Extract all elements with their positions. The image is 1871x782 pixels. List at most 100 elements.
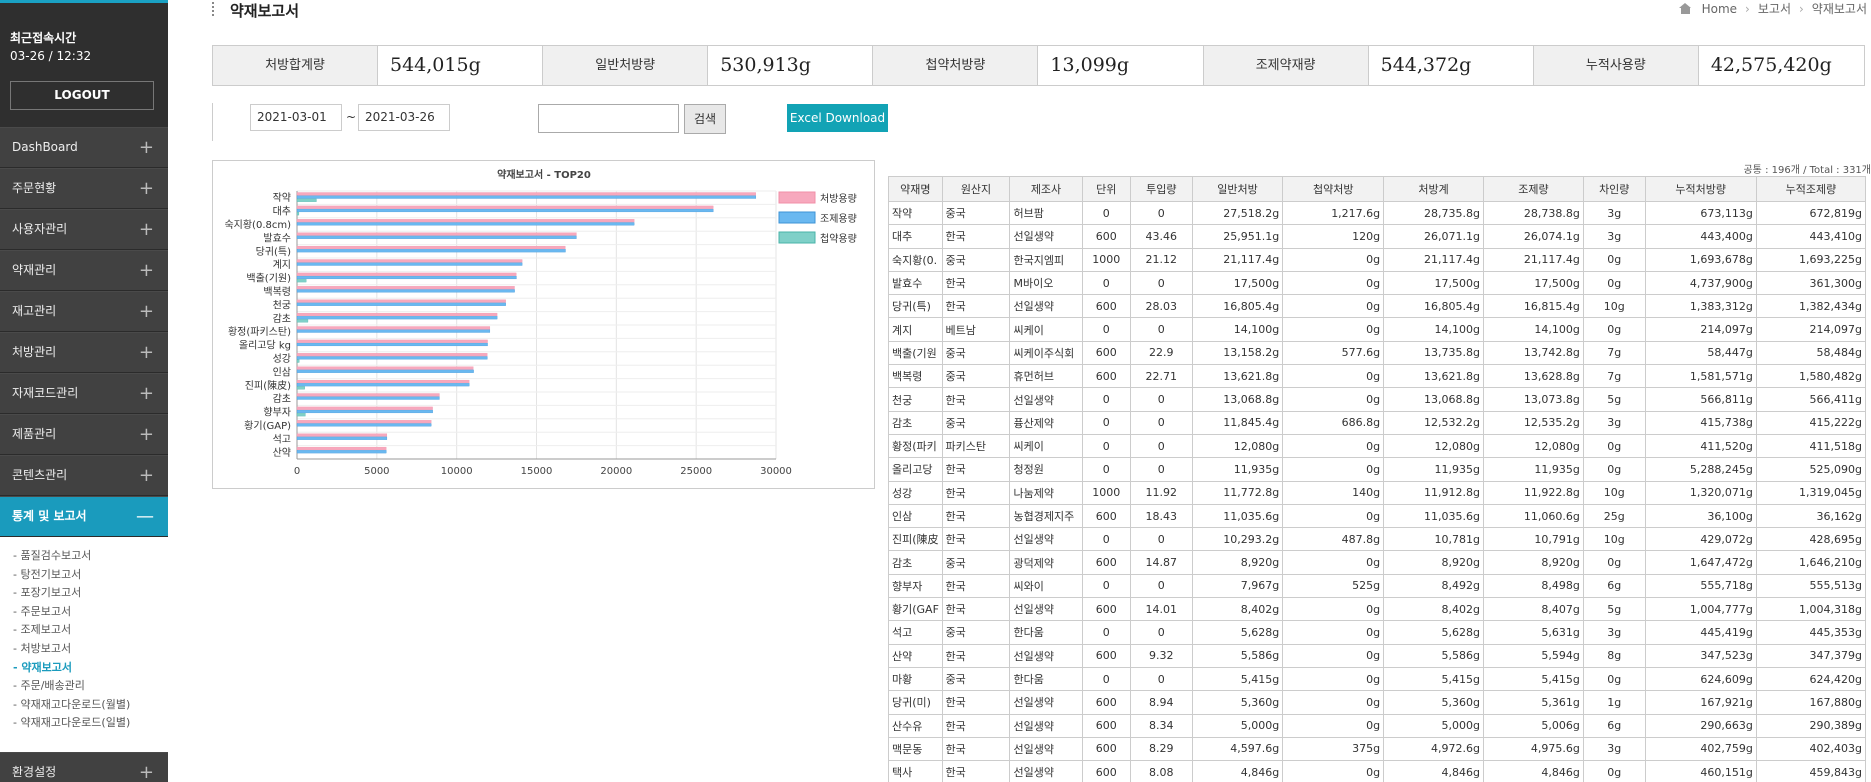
table-row[interactable]: 숙지황(0. 중국 한국지엠피 1000 21.12 21,117.4g 0g 21,117.…	[888, 247, 1867, 272]
bar-prescription[interactable]	[296, 219, 635, 223]
bar-prescription[interactable]	[296, 379, 470, 384]
bar-prescription[interactable]	[296, 286, 515, 290]
plus-icon[interactable]: +	[139, 251, 154, 290]
bar-herbal[interactable]	[296, 279, 307, 283]
bar-herbal[interactable]	[296, 198, 317, 202]
submenu-item[interactable]: - 품질검수보고서	[13, 547, 168, 566]
bar-dispense[interactable]	[296, 423, 432, 427]
table-row[interactable]: 산수유 한국 선일생약 600 8.34 5,000g 0g 5,000g 5,006g 6g 29…	[888, 713, 1867, 738]
bar-herbal[interactable]	[296, 319, 309, 323]
table-row[interactable]: 대추 한국 선일생약 600 43.46 25,951.1g 120g 26,071.1g 26…	[888, 224, 1867, 249]
search-input[interactable]	[538, 104, 679, 133]
submenu-item[interactable]: - 약재재고다운로드(월별)	[13, 696, 168, 715]
plus-icon[interactable]: +	[139, 292, 154, 331]
bar-prescription[interactable]	[296, 393, 440, 397]
submenu-item[interactable]: - 주문보고서	[13, 603, 168, 622]
table-row[interactable]: 올리고당 한국 청정원 0 0 11,935g 0g 11,935g 11,935g 0g 5,28…	[888, 457, 1867, 482]
submenu-item[interactable]: - 약재보고서	[13, 659, 168, 678]
plus-icon[interactable]: +	[139, 753, 154, 782]
table-row[interactable]: 진피(陳皮 한국 선일생약 0 0 10,293.2g 487.8g 10,781g 10,79…	[888, 527, 1867, 552]
bar-prescription[interactable]	[296, 232, 577, 236]
bar-herbal[interactable]	[296, 359, 300, 363]
plus-icon[interactable]: +	[139, 210, 154, 249]
bar-dispense[interactable]	[296, 396, 440, 400]
bar-dispense[interactable]	[296, 302, 506, 306]
table-row[interactable]: 택사 한국 선일생약 600 8.08 4,846g 0g 4,846g 4,846g 0g 460…	[888, 760, 1867, 782]
sidebar-item-6[interactable]: 자재코드관리 +	[0, 373, 168, 414]
excel-download-button[interactable]: Excel Download	[787, 104, 888, 132]
legend-label[interactable]: 조제용량	[820, 213, 857, 225]
bar-dispense[interactable]	[296, 450, 387, 454]
bar-prescription[interactable]	[296, 433, 388, 437]
sidebar-item-reports[interactable]: 통계 및 보고서 —	[0, 496, 168, 537]
bar-prescription[interactable]	[296, 205, 714, 209]
column-header[interactable]: 약재명	[888, 176, 943, 202]
bar-dispense[interactable]	[296, 262, 523, 266]
plus-icon[interactable]: +	[139, 128, 154, 167]
bar-dispense[interactable]	[296, 342, 488, 347]
column-header[interactable]: 차인량	[1582, 176, 1646, 202]
table-row[interactable]: 천궁 한국 선일생약 0 0 13,068.8g 0g 13,068.8g 13,073.8g 5…	[888, 387, 1867, 412]
report-table-container[interactable]: 약재명 원산지 제조사 단위 투입량 일반처방 첩약처방 처방계 조제량 차인량 누적처방량 누적조제…	[888, 176, 1871, 782]
column-header[interactable]: 투입량	[1129, 176, 1193, 202]
sidebar-item-2[interactable]: 사용자관리 +	[0, 209, 168, 250]
bar-prescription[interactable]	[296, 446, 387, 451]
bar-dispense[interactable]	[296, 329, 491, 333]
bar-dispense[interactable]	[296, 195, 757, 199]
submenu-item[interactable]: - 포장기보고서	[13, 584, 168, 603]
table-row[interactable]: 발효수 한국 M바이오 0 0 17,500g 0g 17,500g 17,500g 0g 4,73…	[888, 270, 1867, 296]
plus-icon[interactable]: +	[139, 456, 154, 495]
legend-label[interactable]: 첩약용량	[820, 233, 857, 245]
home-icon[interactable]	[1678, 3, 1692, 14]
plus-icon[interactable]: +	[139, 374, 154, 413]
table-row[interactable]: 산약 한국 선일생약 600 9.32 5,586g 0g 5,586g 5,594g 8g 347…	[888, 643, 1867, 668]
bar-prescription[interactable]	[296, 299, 506, 303]
sidebar-item-5[interactable]: 처방관리 +	[0, 332, 168, 373]
table-row[interactable]: 향부자 한국 씨와이 0 0 7,967g 525g 8,492g 8,498g 6g 555,71…	[888, 573, 1867, 599]
table-row[interactable]: 맥문동 한국 선일생약 600 8.29 4,597.6g 375g 4,972.6g 4,97…	[888, 736, 1867, 762]
table-row[interactable]: 황기(GAF 한국 선일생약 600 14.01 8,402g 0g 8,402g 8,407g…	[888, 597, 1867, 622]
sidebar-item-7[interactable]: 제품관리 +	[0, 414, 168, 455]
bar-dispense[interactable]	[296, 275, 517, 280]
breadcrumb-home[interactable]: Home	[1702, 2, 1737, 16]
bar-prescription[interactable]	[296, 272, 517, 276]
bar-dispense[interactable]	[296, 383, 470, 387]
column-header[interactable]: 누적처방량	[1644, 176, 1757, 202]
bar-dispense[interactable]	[296, 369, 474, 373]
bar-herbal[interactable]	[296, 413, 306, 417]
table-row[interactable]: 당귀(미) 한국 선일생약 600 8.94 5,360g 0g 5,360g 5,361g 1g…	[888, 690, 1867, 715]
plus-icon[interactable]: +	[139, 415, 154, 454]
table-row[interactable]: 백복령 중국 휴먼허브 600 22.71 13,621.8g 0g 13,621.8g 13,…	[888, 364, 1867, 389]
bar-dispense[interactable]	[296, 249, 566, 253]
plus-icon[interactable]: +	[139, 169, 154, 208]
search-button[interactable]: 검색	[684, 104, 726, 134]
sidebar-item-4[interactable]: 재고관리 +	[0, 291, 168, 332]
table-row[interactable]: 감초 중국 퓽산제약 0 0 11,845.4g 686.8g 12,532.2g 12,535…	[888, 410, 1867, 435]
sidebar-item-1[interactable]: 주문현황 +	[0, 168, 168, 209]
table-row[interactable]: 계지 베트남 씨케이 0 0 14,100g 0g 14,100g 14,100g 0g 214,0…	[888, 317, 1867, 342]
plus-icon[interactable]: +	[139, 333, 154, 372]
table-row[interactable]: 작약 중국 허브팜 0 0 27,518.2g 1,217.6g 28,735.8g 28,73…	[888, 200, 1867, 226]
submenu-item[interactable]: - 탕전기보고서	[13, 566, 168, 585]
bar-dispense[interactable]	[296, 289, 515, 293]
bar-prescription[interactable]	[296, 339, 488, 343]
submenu-item[interactable]: - 조제보고서	[13, 621, 168, 640]
bar-dispense[interactable]	[296, 222, 635, 226]
date-from-input[interactable]: 2021-03-01	[250, 104, 342, 131]
bar-dispense[interactable]	[296, 409, 433, 414]
column-header[interactable]: 첩약처방	[1282, 176, 1385, 202]
bar-prescription[interactable]	[296, 192, 756, 196]
logout-button[interactable]: LOGOUT	[10, 81, 154, 110]
column-header[interactable]: 처방계	[1383, 176, 1485, 202]
bar-prescription[interactable]	[296, 366, 474, 370]
bar-prescription[interactable]	[296, 326, 491, 330]
table-row[interactable]: 성강 한국 나눔제약 1000 11.92 11,772.8g 140g 11,912.8g 1…	[888, 480, 1867, 505]
submenu-item[interactable]: - 처방보고서	[13, 640, 168, 659]
table-row[interactable]: 백출(기원 중국 씨케이주식회 600 22.9 13,158.2g 577.6g 13,73…	[888, 340, 1867, 366]
sidebar-item-0[interactable]: DashBoard +	[0, 127, 168, 168]
bar-prescription[interactable]	[296, 245, 566, 250]
minus-icon[interactable]: —	[136, 497, 154, 536]
bar-herbal[interactable]	[296, 212, 300, 216]
bar-dispense[interactable]	[296, 436, 388, 440]
sidebar-item-8[interactable]: 콘텐츠관리 +	[0, 455, 168, 496]
